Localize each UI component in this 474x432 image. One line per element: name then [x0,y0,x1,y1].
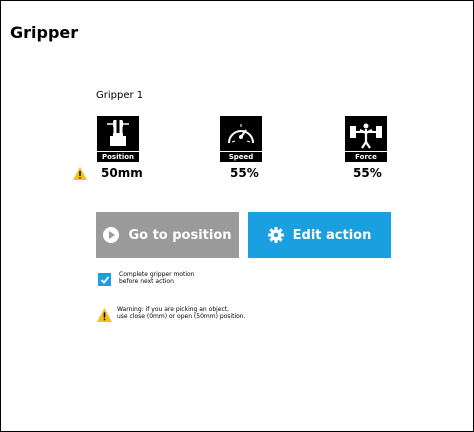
gripper-label: Gripper 1 [96,90,144,101]
page-title: Gripper [10,23,79,42]
edit-action-label: Edit action [292,227,372,243]
position-tile: Position [97,116,139,162]
complete-motion-checkbox[interactable] [98,273,111,286]
complete-motion-label-line1: Complete gripper motion [119,271,195,278]
position-icon [107,120,129,146]
go-to-position-button[interactable]: Go to position [96,212,239,258]
position-value: 50mm [101,166,143,180]
go-to-position-label: Go to position [128,227,232,243]
gripper-panel: Gripper Gripper 1 Position Speed Force 5… [0,0,474,432]
force-caption: Force [345,151,387,162]
force-icon [350,123,382,149]
complete-motion-label: Complete gripper motion before next acti… [119,271,259,285]
warning-icon [73,167,87,180]
speed-value: 55% [230,166,259,180]
force-tile: Force [345,116,387,162]
warning-note: Warning: if you are picking an object, u… [117,306,317,320]
edit-action-button[interactable]: Edit action [248,212,391,258]
play-icon [103,227,120,243]
gear-icon [267,227,284,243]
speed-tile: Speed [220,116,262,162]
speed-icon [228,124,254,144]
check-icon [100,275,109,284]
position-caption: Position [97,151,139,162]
warning-line1: Warning: if you are picking an object, [117,306,230,313]
force-value: 55% [353,166,382,180]
warning-icon [97,308,112,322]
complete-motion-label-line2: before next action [119,278,174,285]
warning-line2: use close (0mm) or open (50mm) position. [117,313,246,320]
speed-caption: Speed [220,151,262,162]
